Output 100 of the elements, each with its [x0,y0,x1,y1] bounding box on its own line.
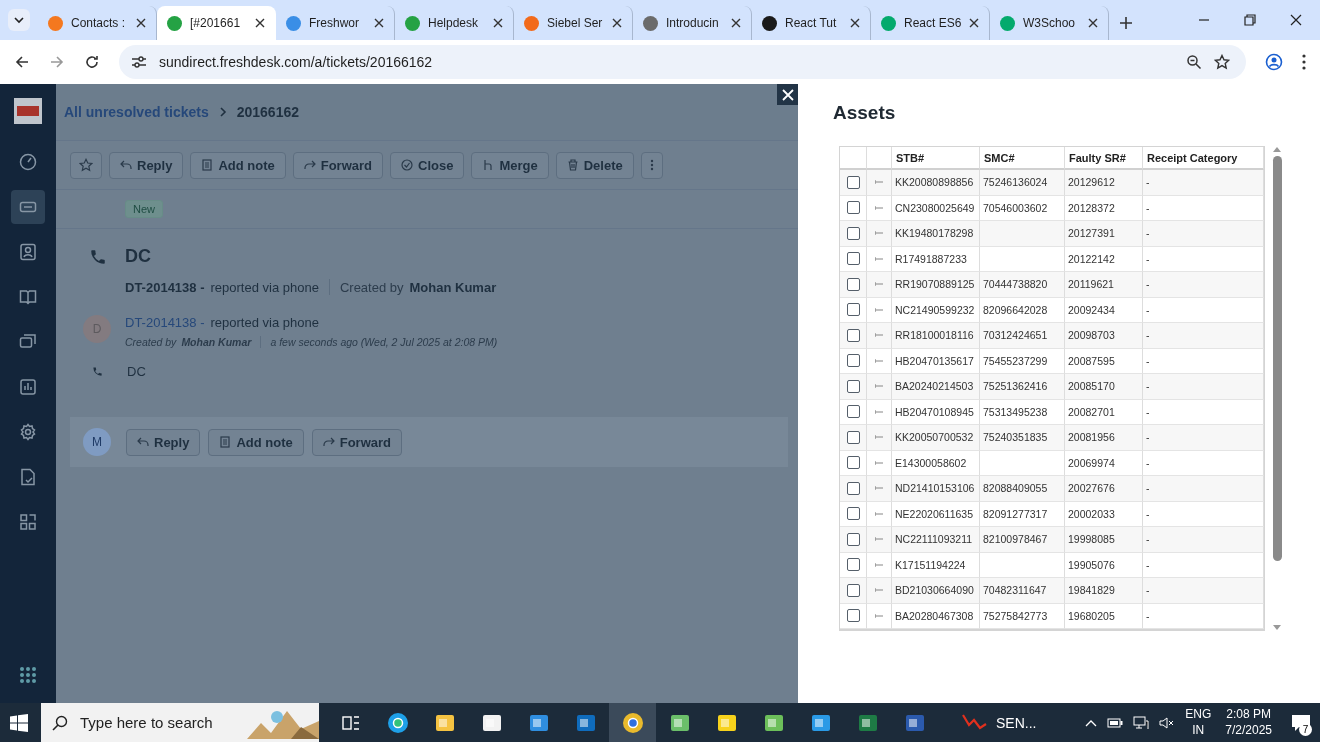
table-cell: BA20240214503 [892,374,980,400]
table-cell: - [1143,195,1264,221]
table-cell: KK20050700532 [892,425,980,451]
table-cell: 20128372 [1065,195,1143,221]
row-marker-icon [875,306,883,313]
row-checkbox[interactable] [846,226,860,240]
bookmark-star-icon[interactable] [1214,54,1230,70]
logo-icon[interactable] [14,98,42,124]
row-marker-icon [875,510,883,517]
chrome-app-icon[interactable] [609,703,656,742]
scroll-down-icon[interactable] [1272,625,1282,631]
table-cell: 75251362416 [980,374,1065,400]
windows-start-icon[interactable] [10,713,28,732]
notifications-button[interactable]: 7 [1282,703,1320,742]
profile-icon[interactable] [1265,53,1283,71]
clock-time[interactable]: 2:08 PM [1226,706,1271,723]
row-checkbox[interactable] [846,532,860,546]
forward-icon[interactable] [49,54,65,70]
table-cell: BD21030664090 [892,578,980,604]
restore-icon[interactable] [1244,14,1256,26]
row-checkbox[interactable] [846,583,860,597]
close-icon[interactable] [374,18,384,28]
scroll-up-icon[interactable] [1272,146,1282,152]
close-icon[interactable] [1290,14,1302,26]
row-checkbox[interactable] [846,277,860,291]
table-cell: 20081956 [1065,425,1143,451]
close-icon[interactable] [612,18,622,28]
row-checkbox[interactable] [846,303,860,317]
row-checkbox[interactable] [846,507,860,521]
network-icon[interactable] [1133,715,1150,730]
row-checkbox[interactable] [846,354,860,368]
table-cell: 75246136024 [980,170,1065,196]
close-icon[interactable] [850,18,860,28]
close-icon[interactable] [493,18,503,28]
table-cell: 19905076 [1065,552,1143,578]
table-cell: HB20470108945 [892,399,980,425]
star-button[interactable] [70,151,102,179]
zoom-icon[interactable] [1186,54,1202,70]
row-checkbox[interactable] [846,201,860,215]
reload-icon[interactable] [84,54,100,70]
back-icon[interactable] [14,54,30,70]
table-cell: 20119621 [1065,272,1143,298]
table-cell: 82088409055 [980,476,1065,502]
table-cell: NC22111093211 [892,527,980,553]
close-icon[interactable] [136,18,146,28]
table-cell: 20002033 [1065,501,1143,527]
clock-date[interactable]: 7/2/2025 [1225,722,1272,739]
running-app[interactable]: SEN... [962,712,1037,733]
region-indicator[interactable]: IN [1192,722,1205,739]
row-checkbox[interactable] [846,430,860,444]
close-icon[interactable] [969,18,979,28]
row-checkbox[interactable] [846,328,860,342]
close-icon[interactable] [1088,18,1098,28]
row-checkbox[interactable] [846,558,860,572]
row-checkbox[interactable] [846,405,860,419]
row-checkbox[interactable] [846,252,860,266]
note-icon [201,159,214,171]
row-marker-icon [875,230,883,237]
table-cell: 70546003602 [980,195,1065,221]
table-cell: 20122142 [1065,246,1143,272]
row-checkbox[interactable] [846,456,860,470]
scrollbar-thumb[interactable] [1272,156,1282,561]
muted-speaker-icon[interactable] [1159,715,1176,730]
row-marker-icon [875,561,883,568]
table-cell: 20027676 [1065,476,1143,502]
search-icon [52,714,68,731]
row-checkbox[interactable] [846,175,860,189]
reply-icon [120,159,132,171]
table-cell: RR19070889125 [892,272,980,298]
tab-search-button[interactable] [8,9,30,31]
table-cell: 20082701 [1065,399,1143,425]
table-cell: - [1143,348,1264,374]
table-cell: - [1143,221,1264,247]
battery-icon[interactable] [1107,716,1124,729]
browser-tab[interactable]: [#201661 [157,6,276,40]
table-cell: RR18100018116 [892,323,980,349]
address-field[interactable]: sundirect.freshdesk.com/a/tickets/20166162 [119,45,1246,79]
taskbar-search-box[interactable]: Type here to search [41,703,319,742]
table-cell: - [1143,603,1264,629]
table-cell: - [1143,399,1264,425]
more-icon[interactable] [1302,54,1306,70]
site-settings-icon[interactable] [131,55,147,69]
row-checkbox[interactable] [846,481,860,495]
table-cell: - [1143,374,1264,400]
close-button[interactable] [777,84,798,105]
language-indicator[interactable]: ENG [1185,706,1212,723]
row-checkbox[interactable] [846,379,860,393]
close-icon[interactable] [731,18,741,28]
row-marker-icon [875,357,883,364]
ticket-number: 20166162 [236,104,299,120]
tickets-nav-icon[interactable] [11,190,45,224]
close-icon[interactable] [255,18,265,28]
table-cell: KK20080898856 [892,170,980,196]
apps-grid-icon[interactable] [19,666,37,684]
chevron-down-icon [13,14,25,26]
table-cell: K17151194224 [892,552,980,578]
new-tab-icon[interactable] [1119,16,1133,30]
taskbar-search-field[interactable]: Type here to search [78,713,237,732]
chevron-up-icon[interactable] [1085,718,1098,727]
row-checkbox[interactable] [846,609,860,623]
